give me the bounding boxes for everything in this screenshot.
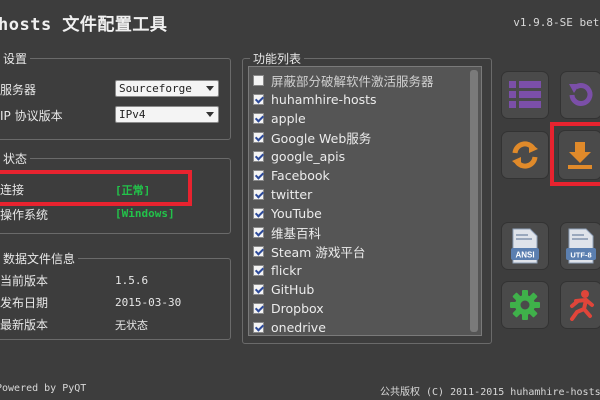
release-date-label: 发布日期: [0, 296, 49, 310]
gear-icon: [510, 290, 540, 320]
status-group-title: 状态: [0, 150, 31, 167]
checkbox[interactable]: [253, 226, 264, 238]
powered-by: Powered by PyQT: [0, 383, 87, 394]
list-item[interactable]: Dropbox: [253, 299, 324, 317]
list-item[interactable]: flickr: [253, 261, 302, 279]
list-item[interactable]: YouTube: [253, 204, 322, 222]
list-item[interactable]: onedrive: [253, 318, 326, 335]
list-item[interactable]: Google Web服务: [253, 128, 371, 146]
checkbox[interactable]: [253, 112, 264, 124]
refresh-icon: [512, 141, 538, 169]
checkbox[interactable]: [253, 150, 264, 162]
refresh-button[interactable]: [501, 131, 549, 179]
list-icon: [509, 81, 541, 108]
list-item[interactable]: google_apis: [253, 147, 345, 165]
checkbox[interactable]: [253, 321, 264, 333]
os-status: [Windows]: [115, 207, 175, 220]
checkbox[interactable]: [253, 74, 264, 86]
function-list-button[interactable]: [501, 71, 549, 119]
exit-button[interactable]: [560, 281, 600, 329]
utf8-label: UTF-8: [570, 251, 591, 260]
checkbox[interactable]: [253, 131, 264, 143]
app-version: v1.9.8-SE beta: [513, 16, 600, 29]
chevron-down-icon: [206, 112, 214, 117]
settings-group: [0, 58, 231, 140]
ansi-file-icon: ANSI: [511, 228, 539, 264]
list-item[interactable]: huhamhire-hosts: [253, 90, 377, 108]
list-item[interactable]: twitter: [253, 185, 312, 203]
export-utf8-button[interactable]: UTF-8: [560, 222, 600, 270]
latest-version-label: 最新版本: [0, 318, 49, 332]
checkbox[interactable]: [253, 302, 264, 314]
server-select[interactable]: Sourceforge: [115, 80, 219, 97]
list-item[interactable]: 维基百科: [253, 223, 321, 241]
release-date-value: 2015-03-30: [115, 296, 182, 309]
checkbox[interactable]: [253, 245, 264, 257]
data-info-group-title: 数据文件信息: [0, 250, 79, 267]
current-version-label: 当前版本: [0, 274, 49, 288]
highlight-box: [0, 170, 192, 206]
ip-version-select[interactable]: IPv4: [115, 106, 219, 123]
running-man-icon: [570, 290, 594, 321]
utf8-file-icon: UTF-8: [566, 228, 596, 264]
checkbox[interactable]: [253, 93, 264, 105]
checkbox[interactable]: [253, 188, 264, 200]
functions-group-title: 功能列表: [250, 50, 305, 67]
latest-version-value: 无状态: [115, 319, 148, 332]
ansi-label: ANSI: [515, 251, 534, 260]
current-version-value: 1.5.6: [115, 274, 149, 287]
export-ansi-button[interactable]: ANSI: [501, 222, 549, 270]
list-item[interactable]: GitHub: [253, 280, 314, 298]
copyright: 公共版权 (C) 2011-2015 huhamhire-hosts: [380, 387, 600, 398]
function-list: 屏蔽部分破解软件激活服务器 huhamhire-hosts apple Goog…: [248, 66, 482, 336]
list-item[interactable]: Steam 游戏平台: [253, 242, 365, 260]
os-label: 操作系统: [0, 208, 49, 222]
chevron-down-icon: [206, 86, 214, 91]
checkbox[interactable]: [253, 207, 264, 219]
download-highlight-box: [550, 122, 600, 186]
list-item[interactable]: 屏蔽部分破解软件激活服务器: [253, 71, 434, 89]
settings-button[interactable]: [501, 281, 549, 329]
checkbox[interactable]: [253, 283, 264, 295]
settings-group-title: 设置: [0, 50, 31, 67]
undo-icon: [569, 83, 593, 106]
undo-button[interactable]: [560, 71, 600, 119]
list-item[interactable]: Facebook: [253, 166, 330, 184]
checkbox[interactable]: [253, 264, 264, 276]
list-item[interactable]: apple: [253, 109, 306, 127]
server-select-value: Sourceforge: [119, 82, 192, 95]
list-scrollbar[interactable]: [470, 70, 478, 332]
server-label: 服务器: [0, 83, 37, 97]
checkbox[interactable]: [253, 169, 264, 181]
app-title: hosts 文件配置工具: [0, 15, 168, 35]
ip-version-label: IP 协议版本: [0, 109, 63, 123]
ip-version-select-value: IPv4: [119, 108, 146, 121]
